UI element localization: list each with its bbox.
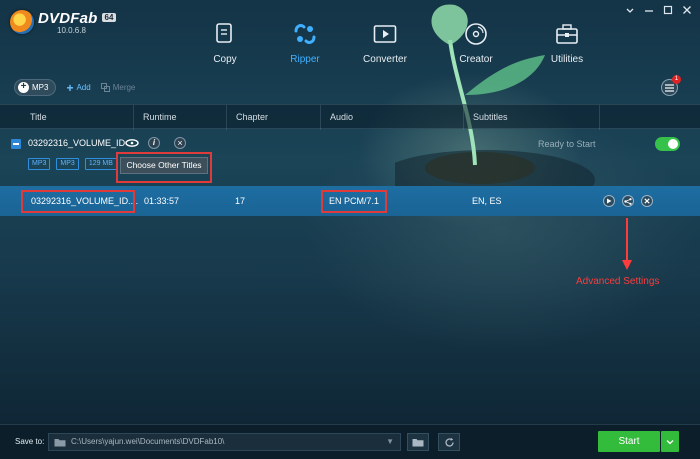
row-chapter: 17 [235,196,246,206]
nav-utilities-label: Utilities [550,54,584,65]
module-nav: Copy Ripper Converter Creator Utilities [185,20,607,65]
folder-icon [54,439,66,447]
remove-title-icon[interactable] [641,195,653,207]
creator-icon [465,23,487,45]
collapse-icon[interactable] [11,139,21,149]
nav-creator[interactable]: Creator [436,20,516,65]
table-header: Title Runtime Chapter Audio Subtitles [0,104,700,130]
nav-utilities[interactable]: Utilities [527,20,607,65]
nav-copy-label: Copy [213,54,237,65]
chevron-down-icon [666,439,674,444]
source-row: 03292316_VOLUME_ID i × Ready to Start [0,136,700,152]
version-badge: 64 [101,13,117,22]
plus-icon: + [66,80,74,95]
nav-converter-label: Converter [363,54,407,65]
refresh-button[interactable] [438,433,460,451]
build-number: 10.0.6.8 [57,26,86,35]
save-path-text: C:\Users\yajun.wei\Documents\DVDFab10\ [71,437,225,446]
tag-size: 129 MB [84,158,117,170]
refresh-icon [444,437,454,447]
profile-button[interactable]: + MP3 [14,79,57,96]
choose-other-titles-button[interactable]: Choose Other Titles [120,157,208,174]
plus-circle-icon: + [18,82,29,93]
enable-toggle[interactable] [655,137,680,151]
status-text: Ready to Start [538,139,596,149]
row-title: 03292316_VOLUME_ID.... [31,196,139,206]
maximize-icon[interactable] [663,5,673,15]
remove-source-icon[interactable]: × [174,137,186,149]
dvdfab-window: DVDFab 64 10.0.6.8 Copy Ripper Converter… [0,0,700,459]
nav-ripper-label: Ripper [290,54,320,65]
task-queue-button[interactable]: 1 [661,75,681,96]
add-label: Add [76,83,91,92]
utilities-icon [556,24,578,44]
header-audio: Audio [320,105,463,130]
advanced-settings-icon[interactable] [622,195,634,207]
nav-copy[interactable]: Copy [185,20,265,65]
header-chapter: Chapter [226,105,320,130]
annotation-label: Advanced Settings [576,276,660,287]
bottom-bar: Save to: C:\Users\yajun.wei\Documents\DV… [0,424,700,459]
row-audio[interactable]: EN PCM/7.1 [329,186,379,216]
converter-icon [373,25,397,43]
menu-icon[interactable] [625,5,635,15]
start-options-button[interactable] [661,431,679,452]
bluray-disc-icon [125,139,139,147]
start-button[interactable]: Start [598,431,660,452]
close-window-icon[interactable] [682,5,692,15]
annotation-arrow-icon [622,218,632,270]
profile-label: MP3 [32,83,49,92]
path-dropdown-icon[interactable]: ▼ [386,437,394,446]
header-blank [599,105,700,130]
open-folder-icon [412,438,424,446]
header-runtime: Runtime [133,105,226,130]
merge-icon [100,83,110,92]
header-subtitles: Subtitles [463,105,599,130]
queue-count-badge: 1 [672,75,681,84]
window-controls [625,5,692,15]
save-path-field[interactable]: C:\Users\yajun.wei\Documents\DVDFab10\ ▼ [48,433,401,451]
browse-folder-button[interactable] [407,433,429,451]
info-icon[interactable]: i [148,137,160,149]
nav-ripper[interactable]: Ripper [265,20,345,65]
merge-label: Merge [112,83,136,92]
tag-format: MP3 [28,158,51,170]
dvdfab-logo-icon [10,10,34,34]
merge-button[interactable]: Merge [100,83,136,92]
tag-audio-format: MP3 [56,158,79,170]
nav-creator-label: Creator [459,54,493,65]
output-tags: MP3 MP3 129 MB [28,158,117,170]
minimize-icon[interactable] [644,5,654,15]
app-name: DVDFab [38,10,98,27]
table-row[interactable]: 03292316_VOLUME_ID.... 01:33:57 17 EN PC… [0,186,700,216]
header-title: Title [30,112,47,122]
row-subtitles[interactable]: EN, ES [472,186,502,216]
play-preview-icon[interactable] [603,195,615,207]
app-logo: DVDFab 64 10.0.6.8 [10,10,117,35]
add-button[interactable]: + Add [66,80,91,95]
ripper-icon [294,24,316,44]
nav-converter[interactable]: Converter [345,20,425,65]
list-icon [665,83,674,92]
ripper-toolbar: + MP3 + Add Merge [14,79,135,96]
save-to-label: Save to: [15,437,45,446]
copy-icon [216,23,232,43]
source-name: 03292316_VOLUME_ID [28,138,126,148]
row-runtime: 01:33:57 [144,196,180,206]
